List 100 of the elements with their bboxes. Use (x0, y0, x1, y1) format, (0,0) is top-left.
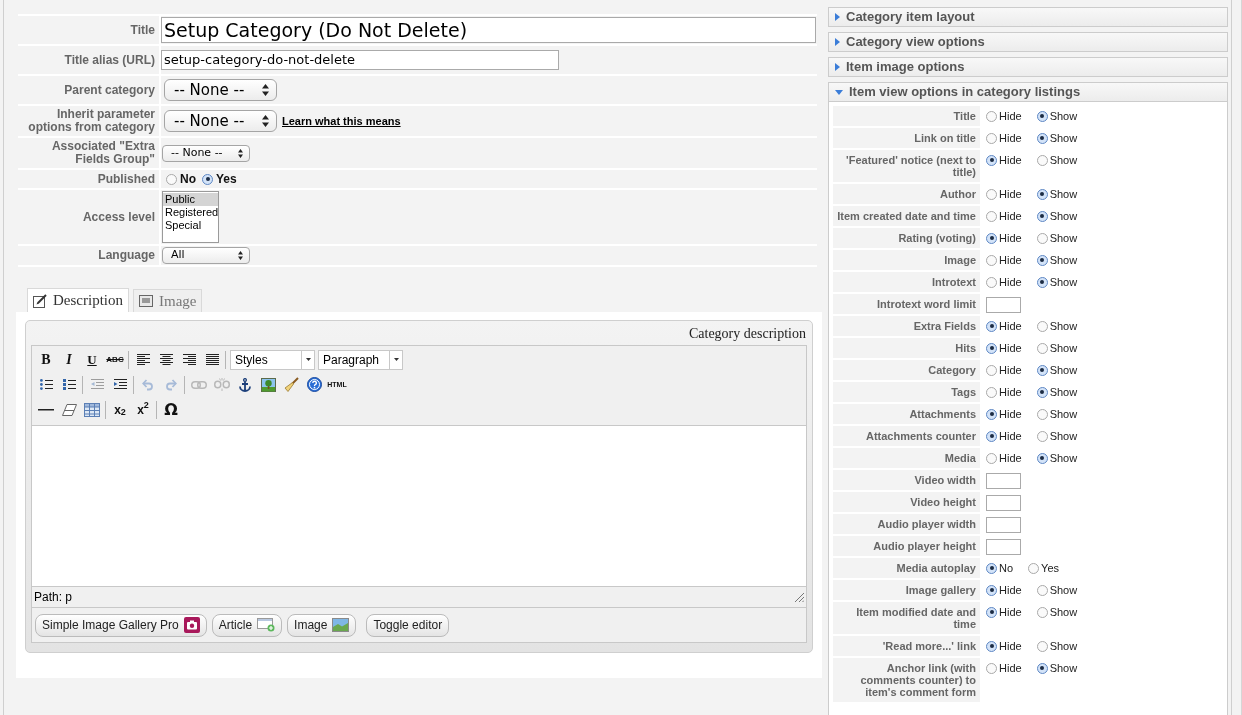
editor-button[interactable]: Simple Image Gallery Pro (35, 613, 207, 637)
subscript-button[interactable]: x$_{2}$ (110, 399, 130, 420)
numbered-list-icon[interactable] (62, 379, 76, 390)
text-input-field[interactable] (986, 495, 1021, 511)
tree-picture-icon[interactable] (260, 377, 276, 392)
camera-icon (183, 617, 200, 633)
bold-button[interactable]: B (36, 349, 56, 370)
text-input-field[interactable] (986, 539, 1021, 555)
toolbar-dropdown[interactable]: Styles (230, 349, 315, 370)
special-character-button[interactable]: Ω (161, 399, 181, 420)
radio-button[interactable] (1036, 584, 1048, 596)
radio-button[interactable] (1036, 452, 1048, 464)
radio-button[interactable] (1036, 342, 1048, 354)
radio-button[interactable] (1036, 640, 1048, 652)
editor-button[interactable]: Image (287, 613, 357, 637)
setting-label: Media autoplay (833, 558, 980, 580)
radio-button[interactable] (986, 342, 997, 354)
radio-button[interactable] (986, 110, 997, 122)
radio-button[interactable] (1036, 662, 1048, 674)
radio-button[interactable] (1036, 132, 1048, 144)
italic-button[interactable]: I (59, 349, 79, 370)
radio-button[interactable] (1028, 562, 1040, 574)
anchor-icon[interactable] (239, 377, 251, 392)
radio-button[interactable] (986, 276, 997, 288)
text-input-field[interactable] (986, 473, 1021, 489)
radio-button[interactable] (986, 210, 997, 222)
dropdown-select[interactable]: -- None -- (164, 79, 277, 101)
radio-button[interactable] (986, 562, 997, 574)
radio-button[interactable] (1036, 408, 1048, 420)
radio-button[interactable] (986, 320, 997, 332)
bulleted-list-icon[interactable] (39, 379, 53, 390)
dropdown-select[interactable]: -- None -- (164, 110, 277, 132)
tab[interactable]: Description (27, 288, 129, 312)
horizontal-line-icon[interactable] (38, 408, 54, 411)
radio-button[interactable] (1036, 320, 1048, 332)
align-justify-icon[interactable] (205, 354, 219, 365)
radio-button[interactable] (986, 662, 997, 674)
setting-label: Category (833, 360, 980, 382)
section-header[interactable]: Category view options (828, 32, 1228, 52)
radio-button[interactable] (986, 364, 997, 376)
align-right-icon[interactable] (182, 354, 196, 365)
radio-button[interactable] (986, 154, 997, 166)
radio-button[interactable] (986, 188, 997, 200)
resize-grip-icon[interactable] (794, 592, 804, 602)
radio-button[interactable] (986, 254, 997, 266)
radio-button[interactable] (1036, 232, 1048, 244)
superscript-button[interactable]: x$^{2}$ (133, 399, 153, 420)
editor-button[interactable]: Toggle editor (366, 613, 450, 637)
dropdown-select[interactable]: All (162, 247, 250, 264)
section-header[interactable]: Item view options in category listings (828, 82, 1228, 102)
eraser-icon[interactable] (61, 403, 77, 416)
underline-button[interactable]: U (82, 349, 102, 370)
title-input[interactable]: Setup Category (Do Not Delete) (161, 17, 816, 43)
align-center-icon[interactable] (159, 354, 173, 365)
radio-button[interactable] (1036, 364, 1048, 376)
radio-button[interactable] (1036, 606, 1048, 618)
radio-button[interactable] (986, 430, 997, 442)
radio-button[interactable] (1036, 154, 1048, 166)
radio-button[interactable] (1036, 188, 1048, 200)
listbox-option[interactable]: Registered (163, 206, 218, 219)
radio-button[interactable] (986, 640, 997, 652)
section-header[interactable]: Item image options (828, 57, 1228, 77)
toolbar-dropdown[interactable]: Paragraph (318, 349, 403, 370)
radio-button[interactable] (1036, 110, 1048, 122)
radio-button[interactable] (202, 173, 213, 185)
radio-button[interactable] (1036, 386, 1048, 398)
table-grid-icon[interactable] (84, 402, 100, 417)
radio-button[interactable] (1036, 210, 1048, 222)
radio-button[interactable] (986, 386, 997, 398)
radio-button[interactable] (986, 452, 997, 464)
radio-button[interactable] (986, 132, 997, 144)
indent-icon[interactable] (113, 379, 127, 390)
tab[interactable]: Image (133, 289, 203, 312)
listbox-option[interactable]: Public (163, 193, 218, 206)
radio-button[interactable] (166, 173, 177, 185)
editor-button[interactable]: Article (211, 613, 283, 637)
section-header[interactable]: Category item layout (828, 7, 1228, 27)
radio-button[interactable] (1036, 430, 1048, 442)
radio-button[interactable] (986, 606, 997, 618)
listbox-option[interactable]: Special (163, 219, 218, 232)
editor-title: Category description (688, 324, 806, 343)
radio-button[interactable] (1036, 276, 1048, 288)
access-level-listbox[interactable]: Public Registered Special (162, 191, 219, 243)
brush-icon[interactable] (283, 377, 299, 392)
learn-more-link[interactable]: Learn what this means (282, 112, 401, 130)
radio-button[interactable] (986, 232, 997, 244)
option-label: Show (1049, 132, 1078, 144)
radio-button[interactable] (986, 584, 997, 596)
dropdown-select[interactable]: -- None -- (162, 144, 250, 162)
setting-label: Item modified date and time (833, 602, 980, 636)
align-left-icon[interactable] (136, 354, 150, 365)
help-icon[interactable] (306, 377, 322, 392)
text-input-field[interactable] (986, 517, 1021, 533)
strikethrough-button[interactable]: ABC (105, 349, 125, 370)
radio-button[interactable] (1036, 254, 1048, 266)
text-input[interactable]: setup-category-do-not-delete (161, 50, 559, 70)
text-input-field[interactable] (986, 297, 1021, 313)
radio-button[interactable] (986, 408, 997, 420)
field-label: Inherit parameter options from category (27, 108, 155, 134)
option-label: Show (1049, 386, 1078, 398)
